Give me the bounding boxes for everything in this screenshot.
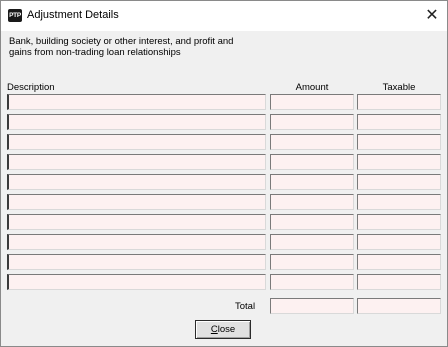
amount-field[interactable] (270, 194, 354, 210)
taxable-field[interactable] (357, 274, 441, 290)
amount-field[interactable] (270, 174, 354, 190)
taxable-field[interactable] (357, 234, 441, 250)
description-field[interactable] (7, 194, 266, 210)
description-line-1: Bank, building society or other interest… (9, 36, 234, 47)
description-field[interactable] (7, 274, 266, 290)
table-row (1, 194, 448, 210)
window-title: Adjustment Details (27, 9, 119, 21)
description-field[interactable] (7, 94, 266, 110)
taxable-field[interactable] (357, 114, 441, 130)
adjustment-details-dialog: PTP Adjustment Details ✕ Bank, building … (0, 0, 448, 347)
close-button-mnemonic: C (210, 324, 218, 335)
title-bar: PTP Adjustment Details ✕ (1, 1, 447, 31)
description-field[interactable] (7, 134, 266, 150)
amount-field[interactable] (270, 154, 354, 170)
table-row (1, 94, 448, 110)
taxable-field[interactable] (357, 154, 441, 170)
description-field[interactable] (7, 154, 266, 170)
description-line-2: gains from non-trading loan relationship… (9, 47, 181, 58)
total-label: Total (235, 301, 256, 312)
close-icon[interactable]: ✕ (423, 6, 441, 24)
section-description: Bank, building society or other interest… (9, 36, 269, 58)
amount-field[interactable] (270, 94, 354, 110)
amount-field[interactable] (270, 114, 354, 130)
description-field[interactable] (7, 214, 266, 230)
column-header-description: Description (7, 82, 55, 93)
column-header-taxable: Taxable (382, 82, 416, 93)
total-amount-field[interactable] (270, 298, 354, 314)
app-icon: PTP (8, 9, 22, 22)
amount-field[interactable] (270, 274, 354, 290)
taxable-field[interactable] (357, 214, 441, 230)
total-taxable-field[interactable] (357, 298, 441, 314)
taxable-field[interactable] (357, 194, 441, 210)
table-row (1, 114, 448, 130)
table-row (1, 174, 448, 190)
table-row (1, 154, 448, 170)
description-field[interactable] (7, 114, 266, 130)
table-row (1, 214, 448, 230)
taxable-field[interactable] (357, 174, 441, 190)
description-field[interactable] (7, 234, 266, 250)
table-row (1, 134, 448, 150)
taxable-field[interactable] (357, 254, 441, 270)
amount-field[interactable] (270, 214, 354, 230)
description-field[interactable] (7, 174, 266, 190)
table-row (1, 234, 448, 250)
taxable-field[interactable] (357, 94, 441, 110)
amount-field[interactable] (270, 234, 354, 250)
close-button-label: lose (217, 324, 236, 335)
amount-field[interactable] (270, 254, 354, 270)
taxable-field[interactable] (357, 134, 441, 150)
close-button[interactable]: Close (195, 320, 251, 339)
amount-field[interactable] (270, 134, 354, 150)
column-header-amount: Amount (295, 82, 329, 93)
description-field[interactable] (7, 254, 266, 270)
table-row (1, 254, 448, 270)
table-row (1, 274, 448, 290)
